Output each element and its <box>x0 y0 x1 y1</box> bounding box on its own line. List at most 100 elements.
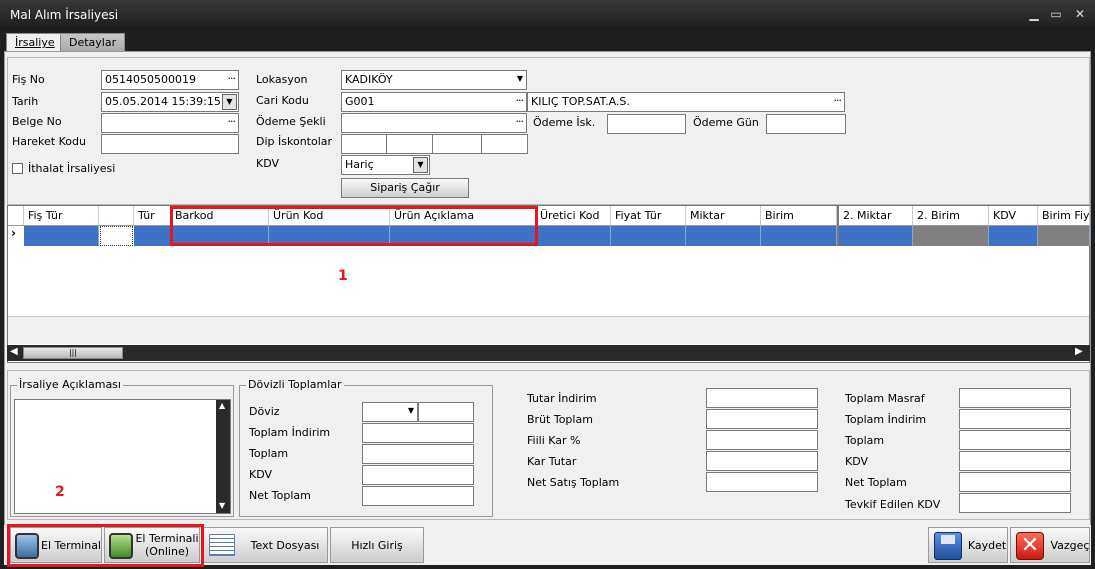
dovizli-title: Dövizli Toplamlar <box>246 378 344 391</box>
grid-horizontal-scrollbar[interactable]: ◀ ||| ▶ <box>7 345 1090 361</box>
odeme-isk-input[interactable] <box>607 114 686 134</box>
col-tur[interactable]: Tür <box>134 206 171 226</box>
scrollbar-thumb[interactable]: ||| <box>23 347 123 359</box>
col-birim-fiyat[interactable]: Birim Fiya <box>1038 206 1090 226</box>
brut-toplam-input[interactable] <box>706 409 818 429</box>
col-uretici-kod[interactable]: Üretici Kod <box>536 206 611 226</box>
grid-cell[interactable] <box>686 226 761 246</box>
scroll-left-icon[interactable]: ◀ <box>10 346 18 357</box>
doviz-select[interactable]: ▼ <box>362 402 418 422</box>
toplam-label: Toplam <box>845 434 885 447</box>
hareket-kodu-input[interactable] <box>101 134 239 154</box>
fis-no-value: 0514050500019 <box>105 73 196 86</box>
tevkif-kdv-input[interactable] <box>959 493 1071 513</box>
vazgec-button[interactable]: ✕ Vazgeç <box>1010 527 1090 563</box>
toplam-masraf-label: Toplam Masraf <box>845 392 925 405</box>
ellipsis-icon[interactable]: ··· <box>516 115 524 128</box>
col-fiyat-tur[interactable]: Fiyat Tür <box>611 206 686 226</box>
kar-tutar-label: Kar Tutar <box>527 455 577 468</box>
scroll-right-icon[interactable]: ▶ <box>1075 346 1083 357</box>
kdv-select[interactable]: Hariç ▼ <box>341 155 430 175</box>
ellipsis-icon[interactable]: ··· <box>834 94 842 107</box>
grid-indicator-header <box>8 206 24 226</box>
minimize-icon[interactable]: ▁ <box>1026 6 1042 22</box>
col-kdv[interactable]: KDV <box>989 206 1038 226</box>
vazgec-label: Vazgeç <box>1050 539 1090 552</box>
fis-no-label: Fiş No <box>12 73 45 86</box>
cari-adi-input[interactable]: KILIÇ TOP.SAT.A.S. ··· <box>527 92 845 112</box>
header-form: Fiş No 0514050500019 ··· Tarih 05.05.2014… <box>7 57 1090 205</box>
text-dosyasi-button[interactable]: Text Dosyası <box>202 527 328 563</box>
ithalat-checkbox[interactable] <box>12 163 23 174</box>
close-icon[interactable]: ✕ <box>1072 6 1088 22</box>
toplam-input[interactable] <box>959 430 1071 450</box>
grid-cell[interactable] <box>536 226 611 246</box>
toplam-masraf-input[interactable] <box>959 388 1071 408</box>
odeme-sekli-input[interactable]: ··· <box>341 113 527 133</box>
col-fis-tur[interactable]: Fiş Tür <box>24 206 99 226</box>
annotation-box-2 <box>7 524 204 567</box>
grid-cell[interactable] <box>989 226 1038 246</box>
dip-iskonto-1-input[interactable] <box>341 134 387 154</box>
tutar-indirim-input[interactable] <box>706 388 818 408</box>
aciklama-title: İrsaliye Açıklaması <box>17 378 123 391</box>
doviz-kur-input[interactable] <box>418 402 474 422</box>
scroll-down-icon[interactable]: ▼ <box>219 501 225 510</box>
grid-cell-focused[interactable] <box>100 226 133 246</box>
col-miktar[interactable]: Miktar <box>686 206 761 226</box>
grid-cell[interactable] <box>837 226 913 246</box>
lokasyon-select[interactable]: KADIKÖY ▼ <box>341 70 527 90</box>
net-toplam-input[interactable] <box>959 472 1071 492</box>
scroll-up-icon[interactable]: ▲ <box>219 401 225 410</box>
doviz-toplam-indirim-input[interactable] <box>362 423 474 443</box>
kar-tutar-input[interactable] <box>706 451 818 471</box>
chevron-down-icon[interactable]: ▼ <box>408 406 414 415</box>
dip-iskonto-4-input[interactable] <box>481 134 528 154</box>
doviz-toplam-input[interactable] <box>362 444 474 464</box>
aciklama-vertical-scrollbar[interactable]: ▲ ▼ <box>216 400 230 513</box>
cari-kodu-input[interactable]: G001 ··· <box>341 92 527 112</box>
col-2-birim[interactable]: 2. Birim <box>913 206 989 226</box>
dip-iskonto-2-input[interactable] <box>386 134 433 154</box>
chevron-down-icon[interactable]: ▼ <box>222 94 237 110</box>
fis-no-input[interactable]: 0514050500019 ··· <box>101 70 239 90</box>
grid-cell[interactable] <box>761 226 837 246</box>
col-birim[interactable]: Birim <box>761 206 837 226</box>
maximize-icon[interactable]: ▭ <box>1048 6 1064 22</box>
fiili-kar-input[interactable] <box>706 430 818 450</box>
aciklama-textarea[interactable]: ▲ ▼ <box>14 399 231 514</box>
window-title: Mal Alım İrsaliyesi <box>10 8 119 22</box>
siparis-cagir-button[interactable]: Sipariş Çağır <box>341 178 469 198</box>
col-blank[interactable] <box>99 206 134 226</box>
tab-irsaliye[interactable]: İrsaliye <box>6 33 64 52</box>
belge-no-input[interactable]: ··· <box>101 113 239 133</box>
chevron-down-icon[interactable]: ▼ <box>413 157 428 173</box>
grid-cell[interactable] <box>134 226 171 246</box>
dovizli-toplamlar-group: Dövizli Toplamlar Döviz ▼ Toplam İndirim… <box>239 378 493 517</box>
tab-irsaliye-label: İrsaliye <box>15 36 55 49</box>
net-satis-toplam-input[interactable] <box>706 472 818 492</box>
tab-detaylar[interactable]: Detaylar <box>60 33 126 52</box>
toplam-indirim-input[interactable] <box>959 409 1071 429</box>
kaydet-button[interactable]: Kaydet <box>928 527 1008 563</box>
grid-cell[interactable] <box>611 226 686 246</box>
doviz-net-toplam-input[interactable] <box>362 486 474 506</box>
grid-cell[interactable] <box>24 226 99 246</box>
tarih-label: Tarih <box>12 95 39 108</box>
ellipsis-icon[interactable]: ··· <box>228 72 236 85</box>
tarih-input[interactable]: 05.05.2014 15:39:15 ▼ <box>101 92 239 112</box>
kdv-total-input[interactable] <box>959 451 1071 471</box>
chevron-down-icon[interactable]: ▼ <box>517 74 523 83</box>
hizli-giris-button[interactable]: Hızlı Giriş <box>330 527 424 563</box>
lokasyon-label: Lokasyon <box>256 73 308 86</box>
grid-cell[interactable] <box>913 226 989 246</box>
ellipsis-icon[interactable]: ··· <box>228 115 236 128</box>
ellipsis-icon[interactable]: ··· <box>516 94 524 107</box>
dip-iskonto-3-input[interactable] <box>432 134 482 154</box>
hizli-giris-label: Hızlı Giriş <box>351 539 403 552</box>
grid-cell[interactable] <box>1038 226 1090 246</box>
odeme-gun-input[interactable] <box>766 114 846 134</box>
ithalat-label: İthalat İrsaliyesi <box>28 162 116 175</box>
doviz-kdv-input[interactable] <box>362 465 474 485</box>
col-2-miktar[interactable]: 2. Miktar <box>837 206 913 226</box>
